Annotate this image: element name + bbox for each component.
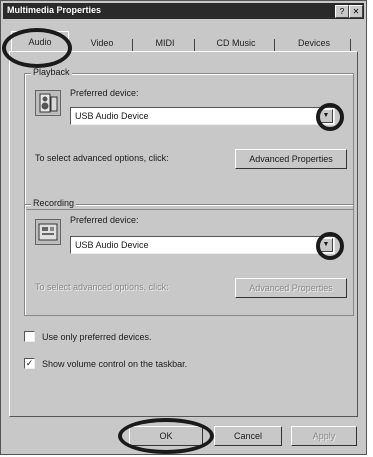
playback-device-select[interactable]: USB Audio Device ▼ [70,107,335,125]
speaker-icon [35,90,61,116]
recording-preferred-label: Preferred device: [70,215,139,225]
tab-devices[interactable]: Devices [279,35,349,51]
recording-advanced-text: To select advanced options, click: [35,282,169,292]
tab-separator [350,39,351,51]
recording-group: Recording Preferred device: USB Audio De… [24,198,354,316]
tab-midi[interactable]: MIDI [137,35,193,51]
use-only-preferred-checkbox[interactable] [24,331,35,342]
microphone-icon [35,219,61,245]
recording-device-value: USB Audio Device [75,240,149,250]
ok-button[interactable]: OK [129,426,203,446]
playback-preferred-label: Preferred device: [70,88,139,98]
chevron-down-icon[interactable]: ▼ [319,238,333,252]
cancel-button[interactable]: Cancel [214,426,282,446]
playback-device-value: USB Audio Device [75,111,149,121]
playback-advanced-properties-button[interactable]: Advanced Properties [235,149,347,169]
tab-separator [132,39,133,51]
close-button[interactable]: ✕ [349,5,363,18]
playback-group-label: Playback [31,67,72,77]
playback-group: Playback Preferred device: USB Audio Dev… [24,67,354,210]
tab-audio[interactable]: Audio [11,31,69,52]
playback-advanced-text: To select advanced options, click: [35,153,169,163]
use-only-preferred-label: Use only preferred devices. [42,332,152,342]
show-volume-checkbox[interactable]: ✓ [24,358,35,369]
recording-device-select[interactable]: USB Audio Device ▼ [70,236,335,254]
show-volume-label: Show volume control on the taskbar. [42,359,188,369]
audio-tab-panel: Playback Preferred device: USB Audio Dev… [9,51,358,417]
chevron-down-icon[interactable]: ▼ [319,109,333,123]
recording-advanced-properties-button: Advanced Properties [235,278,347,298]
apply-button: Apply [291,426,357,446]
tab-cd-music[interactable]: CD Music [199,35,273,51]
multimedia-properties-dialog: Multimedia Properties ? ✕ Audio Video MI… [0,0,367,455]
recording-group-label: Recording [31,198,77,208]
tab-separator [194,39,195,51]
title-bar: Multimedia Properties ? ✕ [3,3,364,19]
window-title: Multimedia Properties [7,5,102,15]
help-button[interactable]: ? [335,5,349,18]
tab-video[interactable]: Video [73,35,131,51]
tab-separator [274,39,275,51]
tab-strip: Audio Video MIDI CD Music Devices [9,27,361,52]
